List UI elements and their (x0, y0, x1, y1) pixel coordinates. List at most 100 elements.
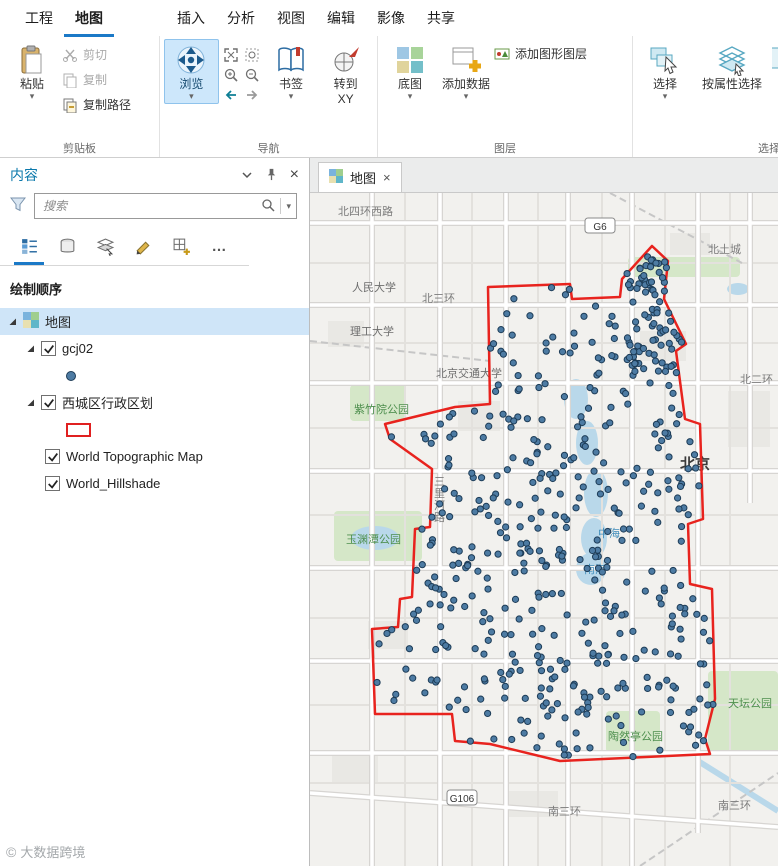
panel-chevron-down-icon[interactable] (241, 169, 253, 181)
clipboard-group-label: 剪贴板 (63, 143, 96, 155)
svg-text:北京交通大学: 北京交通大学 (436, 366, 502, 380)
goto-xy-label-line1: 转到 (333, 77, 358, 91)
select-by-attributes-button[interactable]: 按属性选择 (693, 39, 771, 94)
layer-world-topographic[interactable]: World Topographic Map (0, 443, 309, 470)
point-symbol[interactable] (66, 370, 76, 381)
paste-icon (16, 44, 48, 76)
basemap-button[interactable]: 底图 ▾ (382, 39, 438, 104)
tab-view[interactable]: 视图 (266, 0, 316, 37)
layer-xicheng-district[interactable]: 西城区行政区划 (0, 389, 309, 416)
map-tab-icon (329, 169, 343, 186)
navigation-mini-toolbar (221, 39, 262, 104)
search-divider (280, 198, 282, 214)
filter-icon[interactable] (9, 197, 27, 215)
scissors-icon (62, 47, 78, 63)
clipped-ribbon-button[interactable] (771, 39, 778, 79)
more-options-icon[interactable]: … (204, 231, 234, 265)
expander-icon[interactable] (8, 317, 17, 326)
drawing-order-heading: 绘制顺序 (10, 282, 63, 297)
ribbon-tab-bar: 工程 地图 插入 分析 视图 编辑 影像 共享 (0, 0, 778, 36)
close-tab-icon[interactable]: × (383, 170, 391, 185)
layer-world-hillshade[interactable]: World_Hillshade (0, 470, 309, 497)
svg-text:天坛公园: 天坛公园 (728, 697, 772, 710)
search-icon[interactable] (261, 198, 275, 215)
contents-view-tabs: … (0, 227, 249, 266)
tab-imagery[interactable]: 影像 (366, 0, 416, 37)
bookmarks-icon (275, 44, 307, 76)
tab-share[interactable]: 共享 (416, 0, 466, 37)
zoom-selection-icon[interactable] (242, 45, 262, 64)
contents-search-row: ▾ (0, 191, 309, 227)
polygon-outline-symbol[interactable] (66, 422, 91, 437)
chevron-down-icon: ▾ (407, 91, 413, 102)
tree-item-map[interactable]: 地图 (0, 308, 309, 335)
tab-list-by-selection[interactable] (90, 231, 120, 265)
svg-text:北三环: 北三环 (422, 292, 455, 305)
fixed-zoom-out-icon[interactable] (242, 65, 262, 84)
map-canvas-wrap: G6 G106 北四环西路 北土城 人民大学 北三环 理工大学 北京交通大学 北二环 紫竹院公园北… (310, 193, 778, 866)
copy-label: 复制 (83, 73, 108, 87)
cut-label: 剪切 (83, 48, 108, 62)
xicheng-symbol-row[interactable] (0, 416, 309, 443)
add-graphics-layer-button[interactable]: 添加图形图层 (494, 45, 587, 62)
expander-icon[interactable] (26, 344, 35, 353)
full-extent-icon[interactable] (221, 45, 241, 64)
ribbon-group-clipboard: 粘贴 ▾ 剪切 复制 复制路径 剪贴板 (0, 36, 160, 157)
basemap-label: 底图 (397, 77, 422, 91)
map-tab-label: 地图 (350, 171, 377, 186)
layer-checkbox[interactable] (45, 449, 60, 464)
svg-text:玉渊潭公园: 玉渊潭公园 (346, 533, 401, 546)
tab-analysis[interactable]: 分析 (216, 0, 266, 37)
tab-list-by-editing[interactable] (128, 231, 158, 265)
layer-checkbox[interactable] (41, 395, 56, 410)
ribbon: 粘贴 ▾ 剪切 复制 复制路径 剪贴板 浏览 ▾ 书签 ▾ 转到 XY 导航 底… (0, 36, 778, 158)
expander-icon[interactable] (26, 398, 35, 407)
gcj02-symbol-row[interactable] (0, 362, 309, 389)
goto-xy-button[interactable]: 转到 XY (318, 39, 373, 110)
tab-list-by-data-source[interactable] (52, 231, 82, 265)
fixed-zoom-in-icon[interactable] (221, 65, 241, 84)
chevron-down-icon: ▾ (288, 91, 294, 102)
pin-icon[interactable] (265, 168, 278, 181)
selection-group-label: 选择 (758, 143, 778, 155)
search-chevron-down-icon[interactable]: ▾ (286, 201, 291, 211)
layer-checkbox[interactable] (45, 476, 60, 491)
layer-xicheng-label: 西城区行政区划 (62, 396, 154, 411)
chevron-down-icon: ▾ (29, 91, 35, 102)
copy-icon (62, 72, 78, 88)
add-data-button[interactable]: 添加数据 ▾ (438, 39, 494, 104)
clipped-button-icon (772, 44, 778, 76)
search-input[interactable] (43, 199, 257, 213)
select-label: 选择 (652, 77, 677, 91)
map-document-tab[interactable]: 地图 × (318, 162, 402, 192)
map-tab-bar: 地图 × (310, 158, 778, 193)
bookmarks-button[interactable]: 书签 ▾ (264, 39, 319, 104)
add-data-label: 添加数据 (441, 77, 490, 91)
map-canvas[interactable]: G6G106北四环西路北土城人民大学北三环理工大学北京交通大学 北二环紫竹院公园北… (310, 193, 778, 866)
contents-header: 内容 × (0, 158, 309, 191)
next-extent-icon[interactable] (242, 85, 262, 104)
tab-map[interactable]: 地图 (64, 0, 114, 37)
layer-hillshade-label: World_Hillshade (66, 476, 161, 491)
map-thumbnail-icon (23, 312, 39, 331)
svg-text:G6: G6 (593, 222, 607, 233)
bookmarks-label: 书签 (279, 77, 304, 91)
svg-text:北四环西路: 北四环西路 (338, 205, 393, 218)
close-icon[interactable]: × (290, 166, 299, 184)
explore-button[interactable]: 浏览 ▾ (164, 39, 219, 105)
tab-insert[interactable]: 插入 (166, 0, 216, 37)
layer-topographic-label: World Topographic Map (66, 449, 203, 464)
copy-path-button[interactable]: 复制路径 (62, 96, 131, 113)
cut-button[interactable]: 剪切 (62, 46, 131, 63)
layer-checkbox[interactable] (41, 341, 56, 356)
tab-edit[interactable]: 编辑 (316, 0, 366, 37)
select-icon (649, 44, 681, 76)
tab-list-by-labeling[interactable] (166, 231, 196, 265)
layer-gcj02[interactable]: gcj02 (0, 335, 309, 362)
paste-button[interactable]: 粘贴 ▾ (4, 39, 60, 104)
select-button[interactable]: 选择 ▾ (637, 39, 693, 104)
copy-button[interactable]: 复制 (62, 71, 131, 88)
tab-project[interactable]: 工程 (14, 0, 64, 37)
tab-list-by-drawing-order[interactable] (14, 231, 44, 265)
previous-extent-icon[interactable] (221, 85, 241, 104)
